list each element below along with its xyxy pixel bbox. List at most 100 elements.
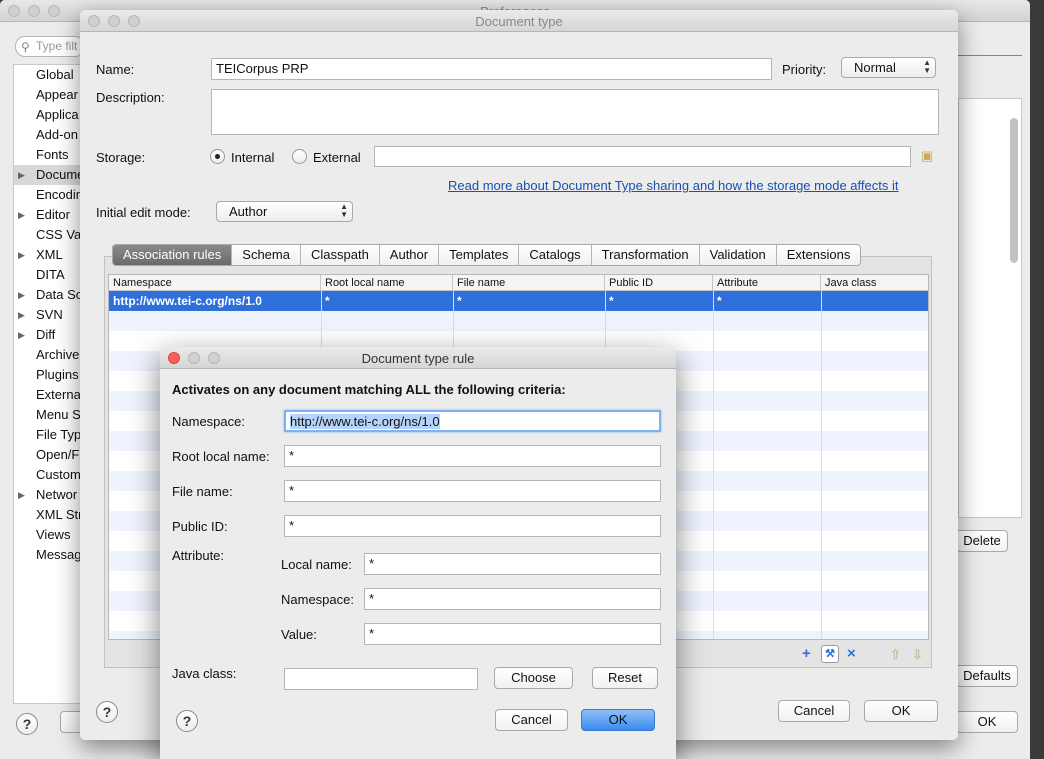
tree-item[interactable]: Archive — [14, 345, 82, 365]
tree-item[interactable]: Global — [14, 65, 82, 85]
tab-catalogs[interactable]: Catalogs — [519, 245, 592, 265]
tree-item[interactable]: DITA — [14, 265, 82, 285]
tree-item[interactable]: Encodin — [14, 185, 82, 205]
attribute-namespace-input[interactable]: * — [364, 588, 661, 610]
column-header[interactable]: Namespace — [109, 275, 321, 291]
local-name-input[interactable]: * — [364, 553, 661, 575]
tree-item[interactable]: Fonts — [14, 145, 82, 165]
tree-item[interactable]: Appear — [14, 85, 82, 105]
disclosure-triangle-icon[interactable]: ▶ — [18, 165, 25, 185]
edit-rule-icon[interactable]: ⚒ — [821, 645, 839, 663]
tree-item-label: XML — [36, 247, 63, 262]
tree-item[interactable]: ▶ Data So — [14, 285, 82, 305]
disclosure-triangle-icon[interactable]: ▶ — [18, 485, 25, 505]
storage-path-input[interactable] — [374, 146, 911, 167]
tree-item[interactable]: ▶ Diff — [14, 325, 82, 345]
criteria-heading: Activates on any document matching ALL t… — [172, 382, 566, 397]
document-type-cancel-button[interactable]: Cancel — [778, 700, 850, 722]
disclosure-triangle-icon[interactable]: ▶ — [18, 305, 25, 325]
column-header[interactable]: Java class — [821, 275, 928, 291]
tree-item[interactable]: ▶ Editor — [14, 205, 82, 225]
filter-placeholder: Type filt — [36, 39, 78, 53]
tree-item-label: Networ — [36, 487, 78, 502]
initial-edit-mode-label: Initial edit mode: — [96, 205, 191, 220]
java-class-input[interactable] — [284, 668, 478, 690]
rule-ok-button[interactable]: OK — [581, 709, 655, 731]
tree-item-label: Menu Sh — [36, 407, 82, 422]
tree-item[interactable]: Externa — [14, 385, 82, 405]
tab-schema[interactable]: Schema — [232, 245, 301, 265]
preferences-help-button[interactable]: ? — [16, 713, 38, 735]
tree-item[interactable]: Open/F — [14, 445, 82, 465]
public-id-input[interactable]: * — [284, 515, 661, 537]
tab-extensions[interactable]: Extensions — [777, 245, 861, 265]
empty-table-row — [109, 311, 928, 331]
read-more-link[interactable]: Read more about Document Type sharing an… — [448, 178, 898, 193]
tree-item[interactable]: Plugins — [14, 365, 82, 385]
folder-icon[interactable]: ▣ — [921, 148, 933, 164]
tree-item[interactable]: Custom — [14, 465, 82, 485]
name-input[interactable]: TEICorpus PRP — [211, 58, 772, 80]
value-label: Value: — [281, 627, 317, 642]
column-header[interactable]: Root local name — [321, 275, 453, 291]
tree-item[interactable]: CSS Val — [14, 225, 82, 245]
tree-item[interactable]: XML Str — [14, 505, 82, 525]
disclosure-triangle-icon[interactable]: ▶ — [18, 285, 25, 305]
priority-select[interactable]: Normal ▲ ▼ — [841, 57, 936, 78]
column-header[interactable]: Public ID — [605, 275, 713, 291]
internal-radio[interactable] — [210, 149, 225, 164]
preferences-ok-button[interactable]: OK — [956, 711, 1018, 733]
tree-item[interactable]: ▶ Networ — [14, 485, 82, 505]
move-down-icon[interactable]: ⇩ — [912, 647, 923, 663]
disclosure-triangle-icon[interactable]: ▶ — [18, 205, 25, 225]
preferences-filter-input[interactable]: ⚲ Type filt — [15, 36, 85, 57]
tab-author[interactable]: Author — [380, 245, 440, 265]
tree-item[interactable]: Add-on — [14, 125, 82, 145]
tab-transformation[interactable]: Transformation — [592, 245, 700, 265]
tab-templates[interactable]: Templates — [439, 245, 520, 265]
delete-button[interactable]: Delete — [956, 530, 1008, 552]
tree-item-label: Diff — [36, 327, 56, 342]
value-input[interactable]: * — [364, 623, 661, 645]
root-local-name-input[interactable]: * — [284, 445, 661, 467]
table-row[interactable]: http://www.tei-c.org/ns/1.0 * * * * — [109, 291, 928, 311]
remove-rule-icon[interactable]: × — [847, 646, 856, 662]
disclosure-triangle-icon[interactable]: ▶ — [18, 245, 25, 265]
reset-button[interactable]: Reset — [592, 667, 658, 689]
column-header[interactable]: File name — [453, 275, 605, 291]
tree-item[interactable]: ▶ XML — [14, 245, 82, 265]
document-type-help-button[interactable]: ? — [96, 701, 118, 723]
attribute-namespace-label: Namespace: — [281, 592, 354, 607]
restore-defaults-button[interactable]: Defaults — [956, 665, 1018, 687]
tab-validation[interactable]: Validation — [700, 245, 777, 265]
disclosure-triangle-icon[interactable]: ▶ — [18, 325, 25, 345]
tree-item[interactable]: File Typ — [14, 425, 82, 445]
tree-item-label: File Typ — [36, 427, 82, 442]
tree-item[interactable]: Applica — [14, 105, 82, 125]
content-scrollbar[interactable] — [1010, 118, 1018, 263]
initial-edit-mode-select[interactable]: Author ▲ ▼ — [216, 201, 353, 222]
tree-item[interactable]: ▶ Docume — [14, 165, 82, 185]
tree-item[interactable]: Messag — [14, 545, 82, 565]
namespace-input[interactable]: http://www.tei-c.org/ns/1.0 — [284, 410, 661, 432]
document-type-ok-button[interactable]: OK — [864, 700, 938, 722]
choose-button[interactable]: Choose — [494, 667, 573, 689]
rule-help-button[interactable]: ? — [176, 710, 198, 732]
tree-item[interactable]: Menu Sh — [14, 405, 82, 425]
description-input[interactable] — [211, 89, 939, 135]
tab-association-rules[interactable]: Association rules — [113, 245, 233, 265]
external-radio[interactable] — [292, 149, 307, 164]
description-label: Description: — [96, 90, 165, 105]
tab-classpath[interactable]: Classpath — [301, 245, 380, 265]
add-rule-icon[interactable]: + — [802, 646, 811, 662]
tree-item[interactable]: ▶ SVN — [14, 305, 82, 325]
column-header[interactable]: Attribute — [713, 275, 821, 291]
file-name-input[interactable]: * — [284, 480, 661, 502]
move-up-icon[interactable]: ⇧ — [890, 647, 901, 663]
tree-item[interactable]: Views — [14, 525, 82, 545]
preferences-tree[interactable]: Global Appear Applica Add-on Fonts ▶ Docume Enc… — [13, 64, 83, 704]
document-type-tabs[interactable]: Association rules Schema Classpath Author Te… — [112, 244, 862, 266]
table-cell: * — [717, 294, 722, 308]
edit-mode-value: Author — [229, 204, 268, 219]
rule-cancel-button[interactable]: Cancel — [495, 709, 568, 731]
